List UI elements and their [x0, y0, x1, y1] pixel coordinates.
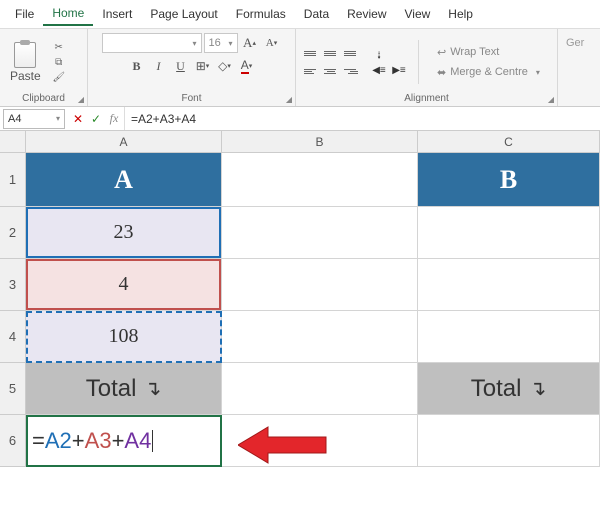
font-size-combo[interactable]: 16▾ — [204, 33, 238, 53]
menu-formulas[interactable]: Formulas — [227, 3, 295, 25]
worksheet: A B C 1 2 3 4 5 6 A B 23 4 — [0, 131, 600, 467]
ribbon: Paste ✂ ⧉ 🖌 Clipboard ◢ ▾ 16▾ A▴ A▾ B I … — [0, 29, 600, 107]
cell-b2[interactable] — [222, 207, 418, 259]
wrap-icon: ↩ — [437, 46, 446, 59]
menu-home[interactable]: Home — [43, 2, 93, 26]
menu-data[interactable]: Data — [295, 3, 338, 25]
number-format-combo[interactable]: Ger — [564, 33, 582, 53]
clipboard-group-label: Clipboard — [6, 91, 81, 104]
merge-icon: ⬌ — [437, 66, 446, 79]
ribbon-number: Ger — [558, 29, 588, 106]
formula-bar: A4▾ ✕ ✓ fx =A2+A3+A4 — [0, 107, 600, 131]
row-header-6[interactable]: 6 — [0, 415, 26, 467]
row-header-4[interactable]: 4 — [0, 311, 26, 363]
fill-color-icon[interactable]: ◇▾ — [215, 56, 235, 76]
row-header-5[interactable]: 5 — [0, 363, 26, 415]
cell-a1[interactable]: A — [26, 153, 222, 207]
paste-label: Paste — [10, 69, 41, 83]
name-box[interactable]: A4▾ — [3, 109, 65, 129]
ribbon-alignment: ⭭ ◀≡ ▶≡ ↩Wrap Text ⬌Merge & Centre▾ Alig… — [296, 29, 558, 106]
cell-c5[interactable]: Total↴ — [418, 363, 600, 415]
cell-b6[interactable] — [222, 415, 418, 467]
select-all-corner[interactable] — [0, 131, 26, 152]
cell-c4[interactable] — [418, 311, 600, 363]
cell-a5[interactable]: Total↴ — [26, 363, 222, 415]
row-header-3[interactable]: 3 — [0, 259, 26, 311]
format-painter-icon[interactable]: 🖌 — [52, 71, 66, 83]
down-arrow-icon: ↴ — [529, 376, 546, 401]
increase-indent-icon[interactable]: ▶≡ — [390, 63, 408, 79]
merge-centre-button[interactable]: ⬌Merge & Centre▾ — [435, 64, 542, 81]
cell-b3[interactable] — [222, 259, 418, 311]
menu-file[interactable]: File — [6, 3, 43, 25]
cell-a4[interactable]: 108 — [26, 311, 222, 363]
align-center-icon[interactable] — [322, 63, 340, 79]
orientation-icon[interactable]: ⭭ — [370, 45, 388, 61]
decrease-indent-icon[interactable]: ◀≡ — [370, 63, 388, 79]
cut-icon[interactable]: ✂ — [52, 41, 66, 53]
cell-c1[interactable]: B — [418, 153, 600, 207]
cell-a3[interactable]: 4 — [26, 259, 222, 311]
cancel-icon[interactable]: ✕ — [70, 112, 86, 126]
row-header-1[interactable]: 1 — [0, 153, 26, 207]
font-launcher-icon[interactable]: ◢ — [286, 95, 292, 104]
cell-c6[interactable] — [418, 415, 600, 467]
enter-icon[interactable]: ✓ — [88, 112, 104, 126]
col-header-a[interactable]: A — [26, 131, 222, 152]
paste-button[interactable]: Paste — [6, 40, 45, 85]
menu-insert[interactable]: Insert — [93, 3, 141, 25]
ribbon-clipboard: Paste ✂ ⧉ 🖌 Clipboard ◢ — [0, 29, 88, 106]
increase-font-icon[interactable]: A▴ — [240, 33, 260, 53]
menu-view[interactable]: View — [396, 3, 440, 25]
clipboard-icon — [14, 42, 36, 68]
cell-a2[interactable]: 23 — [26, 207, 222, 259]
font-group-label: Font — [94, 91, 289, 104]
menu-page-layout[interactable]: Page Layout — [141, 3, 226, 25]
wrap-text-button[interactable]: ↩Wrap Text — [435, 44, 542, 61]
menu-bar: File Home Insert Page Layout Formulas Da… — [0, 0, 600, 29]
cell-b4[interactable] — [222, 311, 418, 363]
align-bottom-icon[interactable] — [342, 45, 360, 61]
borders-icon[interactable]: ⊞▾ — [193, 56, 213, 76]
down-arrow-icon: ↴ — [144, 376, 161, 401]
alignment-group-label: Alignment — [302, 91, 551, 104]
cell-b5[interactable] — [222, 363, 418, 415]
copy-icon[interactable]: ⧉ — [52, 56, 66, 68]
menu-help[interactable]: Help — [439, 3, 482, 25]
fx-icon[interactable]: fx — [106, 111, 122, 126]
bold-button[interactable]: B — [127, 56, 147, 76]
alignment-launcher-icon[interactable]: ◢ — [548, 95, 554, 104]
italic-button[interactable]: I — [149, 56, 169, 76]
cell-c2[interactable] — [418, 207, 600, 259]
col-header-b[interactable]: B — [222, 131, 418, 152]
ribbon-font: ▾ 16▾ A▴ A▾ B I U ⊞▾ ◇▾ A▾ Font ◢ — [88, 29, 296, 106]
align-right-icon[interactable] — [342, 63, 360, 79]
cell-b1[interactable] — [222, 153, 418, 207]
font-color-icon[interactable]: A▾ — [237, 56, 257, 76]
cell-c3[interactable] — [418, 259, 600, 311]
menu-review[interactable]: Review — [338, 3, 395, 25]
align-middle-icon[interactable] — [322, 45, 340, 61]
underline-button[interactable]: U — [171, 56, 191, 76]
font-family-combo[interactable]: ▾ — [102, 33, 202, 53]
cell-a6[interactable]: =A2+A3+A4 — [26, 415, 222, 467]
decrease-font-icon[interactable]: A▾ — [262, 33, 282, 53]
col-header-c[interactable]: C — [418, 131, 600, 152]
formula-input[interactable]: =A2+A3+A4 — [124, 107, 600, 130]
align-left-icon[interactable] — [302, 63, 320, 79]
align-top-icon[interactable] — [302, 45, 320, 61]
clipboard-launcher-icon[interactable]: ◢ — [78, 95, 84, 104]
row-header-2[interactable]: 2 — [0, 207, 26, 259]
